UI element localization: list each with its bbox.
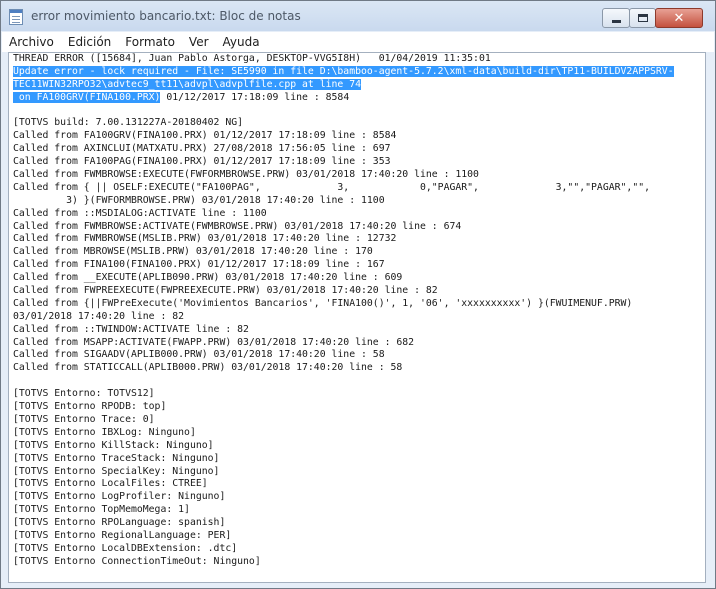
text-line — [13, 105, 703, 118]
window-title: error movimiento bancario.txt: Bloc de n… — [31, 9, 301, 23]
line-text: Called from FWMBROWSE:EXECUTE(FWFORMBROW… — [13, 169, 479, 181]
line-text: Called from AXINCLUI(MATXATU.PRX) 27/08/… — [13, 143, 391, 155]
text-line: THREAD ERROR ([15684], Juan Pablo Astorg… — [13, 53, 703, 66]
line-text: [TOTVS Entorno TopMemoMega: 1] — [13, 504, 190, 516]
menu-ver[interactable]: Ver — [182, 32, 216, 52]
line-text: Called from MBROWSE(MSLIB.PRW) 03/01/201… — [13, 246, 373, 258]
selected-text: TEC11WIN32RPO32\advtec9_tt11\advpl\advpl… — [13, 78, 361, 90]
text-line: TEC11WIN32RPO32\advtec9_tt11\advpl\advpl… — [13, 78, 703, 92]
text-line: [TOTVS Entorno IBXLog: Ninguno] — [13, 427, 703, 440]
line-text: 3) }(FWFORMBROWSE.PRW) 03/01/2018 17:40:… — [13, 194, 385, 206]
line-text: [TOTVS Entorno RPODB: top] — [13, 401, 167, 413]
line-text: Called from FINA100(FINA100.PRX) 01/12/2… — [13, 259, 385, 271]
text-line: Called from MSAPP:ACTIVATE(FWAPP.PRW) 03… — [13, 337, 703, 350]
text-line: [TOTVS Entorno LocalFiles: CTREE] — [13, 478, 703, 491]
line-text: [TOTVS Entorno SpecialKey: Ninguno] — [13, 465, 220, 477]
line-text: 03/01/2018 17:40:20 line : 82 — [13, 310, 185, 322]
notepad-app-icon[interactable] — [9, 9, 23, 25]
window-bottom-border — [2, 584, 714, 588]
text-line: [TOTVS Entorno RPODB: top] — [13, 401, 703, 414]
text-line — [13, 375, 703, 388]
selected-text: on FA100GRV(FINA100.PRX) — [13, 91, 161, 103]
title-bar[interactable]: error movimiento bancario.txt: Bloc de n… — [1, 1, 715, 31]
notepad-window: error movimiento bancario.txt: Bloc de n… — [0, 0, 716, 589]
line-text: Called from FA100PAG(FINA100.PRX) 01/12/… — [13, 156, 391, 168]
menu-ayuda[interactable]: Ayuda — [216, 32, 267, 52]
text-editor[interactable]: THREAD ERROR ([15684], Juan Pablo Astorg… — [8, 52, 706, 583]
line-text: Called from FWMBROWSE:ACTIVATE(FWMBROWSE… — [13, 220, 462, 232]
maximize-button[interactable] — [629, 8, 656, 28]
menu-formato[interactable]: Formato — [118, 32, 182, 52]
text-line: [TOTVS Entorno TopMemoMega: 1] — [13, 504, 703, 517]
close-button[interactable]: ✕ — [655, 8, 703, 28]
line-text: [TOTVS Entorno RegionalLanguage: PER] — [13, 529, 232, 541]
line-text: [TOTVS Entorno KillStack: Ninguno] — [13, 439, 214, 451]
text-line: Called from ::MSDIALOG:ACTIVATE line : 1… — [13, 208, 703, 221]
line-text: THREAD ERROR ([15684], Juan Pablo Astorg… — [13, 53, 491, 64]
menu-edicion[interactable]: Edición — [61, 32, 118, 52]
line-text: Called from __EXECUTE(APLIB090.PRW) 03/0… — [13, 272, 403, 284]
line-text: Called from MSAPP:ACTIVATE(FWAPP.PRW) 03… — [13, 336, 415, 348]
line-text: Called from FWPREEXECUTE(FWPREEXECUTE.PR… — [13, 285, 438, 297]
text-line: [TOTVS Entorno SpecialKey: Ninguno] — [13, 466, 703, 479]
text-line: Called from ::TWINDOW:ACTIVATE line : 82 — [13, 324, 703, 337]
line-text: Called from FA100GRV(FINA100.PRX) 01/12/… — [13, 130, 397, 142]
text-line: [TOTVS Entorno ConnectionTimeOut: Ningun… — [13, 556, 703, 569]
text-line: Called from STATICCALL(APLIB000.PRW) 03/… — [13, 362, 703, 375]
line-text: Called from ::MSDIALOG:ACTIVATE line : 1… — [13, 207, 267, 219]
text-line: Called from FINA100(FINA100.PRX) 01/12/2… — [13, 259, 703, 272]
text-line: Called from SIGAADV(APLIB000.PRW) 03/01/… — [13, 349, 703, 362]
text-line: Called from { || OSELF:EXECUTE("FA100PAG… — [13, 182, 703, 195]
text-line: Called from MBROWSE(MSLIB.PRW) 03/01/201… — [13, 246, 703, 259]
line-text: Called from FWMBROWSE(MSLIB.PRW) 03/01/2… — [13, 233, 397, 245]
text-line: [TOTVS Entorno LocalDBExtension: .dtc] — [13, 543, 703, 556]
text-line: [TOTVS Entorno RegionalLanguage: PER] — [13, 530, 703, 543]
line-text: [TOTVS Entorno LocalDBExtension: .dtc] — [13, 542, 238, 554]
menu-bar: Archivo Edición Formato Ver Ayuda — [2, 32, 714, 52]
line-text: [TOTVS Entorno LogProfiler: Ninguno] — [13, 491, 226, 503]
text-line: Called from {||FWPreExecute('Movimientos… — [13, 298, 703, 311]
text-line: Called from FWMBROWSE:EXECUTE(FWFORMBROW… — [13, 169, 703, 182]
line-text: Called from SIGAADV(APLIB000.PRW) 03/01/… — [13, 349, 385, 361]
line-text: Called from {||FWPreExecute('Movimientos… — [13, 297, 633, 309]
text-line: 03/01/2018 17:40:20 line : 82 — [13, 311, 703, 324]
line-text: [TOTVS Entorno Trace: 0] — [13, 413, 155, 425]
line-text: [TOTVS Entorno TraceStack: Ninguno] — [13, 452, 220, 464]
text-line: Called from __EXECUTE(APLIB090.PRW) 03/0… — [13, 272, 703, 285]
line-text: [TOTVS Entorno ConnectionTimeOut: Ningun… — [13, 555, 261, 567]
text-line: Called from FWMBROWSE(MSLIB.PRW) 03/01/2… — [13, 233, 703, 246]
text-line: on FA100GRV(FINA100.PRX) 01/12/2017 17:1… — [13, 91, 703, 105]
text-line: [TOTVS Entorno: TOTVS12] — [13, 388, 703, 401]
document-text[interactable]: THREAD ERROR ([15684], Juan Pablo Astorg… — [13, 53, 703, 582]
line-text: [TOTVS Entorno RPOLanguage: spanish] — [13, 517, 226, 529]
text-line: Update error - lock required - File: SE5… — [13, 65, 703, 79]
text-line: 3) }(FWFORMBROWSE.PRW) 03/01/2018 17:40:… — [13, 195, 703, 208]
line-text: 01/12/2017 17:18:09 line : 8584 — [160, 91, 350, 103]
line-text: [TOTVS Entorno LocalFiles: CTREE] — [13, 478, 208, 490]
minimize-button[interactable] — [602, 8, 630, 28]
text-line: [TOTVS Entorno RPOLanguage: spanish] — [13, 517, 703, 530]
line-text: [TOTVS Entorno IBXLog: Ninguno] — [13, 426, 196, 438]
text-line: Called from FA100GRV(FINA100.PRX) 01/12/… — [13, 130, 703, 143]
text-line: Called from AXINCLUI(MATXATU.PRX) 27/08/… — [13, 143, 703, 156]
line-text: [TOTVS Entorno: TOTVS12] — [13, 388, 155, 400]
text-line: [TOTVS Entorno KillStack: Ninguno] — [13, 440, 703, 453]
menu-archivo[interactable]: Archivo — [2, 32, 61, 52]
text-line: [TOTVS Entorno TraceStack: Ninguno] — [13, 453, 703, 466]
line-text: Called from { || OSELF:EXECUTE("FA100PAG… — [13, 181, 651, 193]
text-line: [TOTVS Entorno LogProfiler: Ninguno] — [13, 491, 703, 504]
selected-text: Update error - lock required - File: SE5… — [13, 65, 674, 77]
maximize-icon — [637, 14, 648, 22]
text-line: Called from FWPREEXECUTE(FWPREEXECUTE.PR… — [13, 285, 703, 298]
line-text: Called from ::TWINDOW:ACTIVATE line : 82 — [13, 323, 249, 335]
minimize-icon — [611, 19, 621, 23]
text-line: Called from FA100PAG(FINA100.PRX) 01/12/… — [13, 156, 703, 169]
text-line: Called from FWMBROWSE:ACTIVATE(FWMBROWSE… — [13, 221, 703, 234]
line-text: Called from STATICCALL(APLIB000.PRW) 03/… — [13, 362, 403, 374]
line-text: [TOTVS build: 7.00.131227A-20180402 NG] — [13, 117, 244, 129]
text-line: [TOTVS build: 7.00.131227A-20180402 NG] — [13, 117, 703, 130]
text-line: [TOTVS Entorno Trace: 0] — [13, 414, 703, 427]
close-icon: ✕ — [673, 10, 685, 26]
